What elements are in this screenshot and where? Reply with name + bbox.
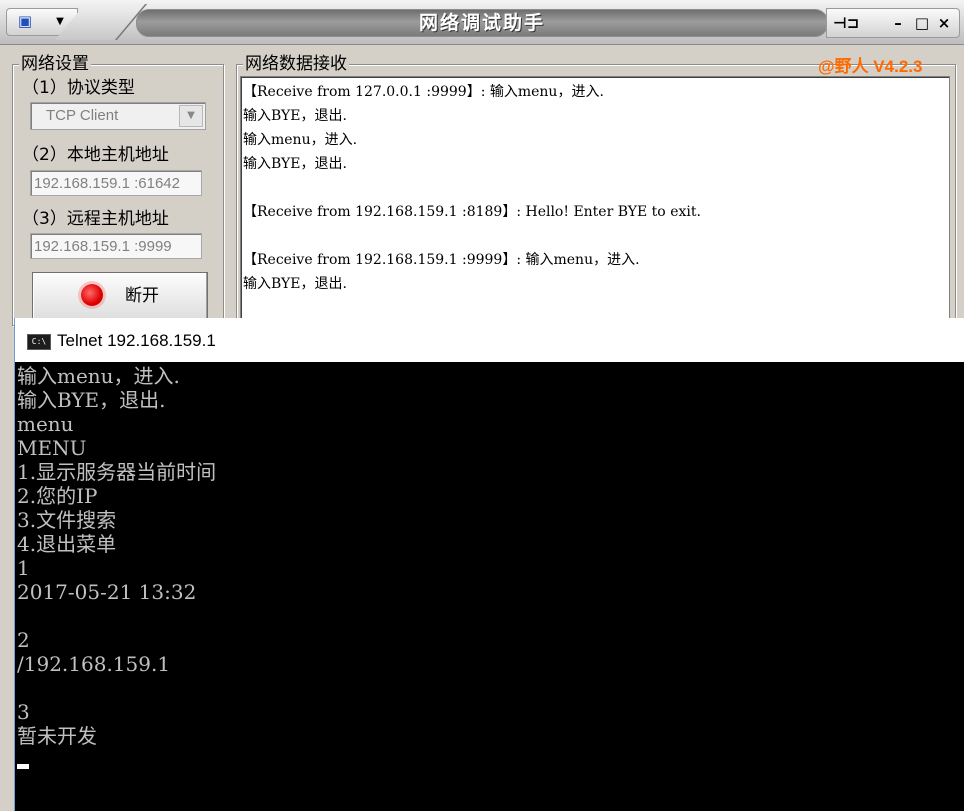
console-line: /192.168.159.1 bbox=[17, 652, 171, 676]
receive-line: 【Receive from 192.168.159.1 :8189】: Hell… bbox=[243, 204, 701, 220]
data-receive-label: 网络数据接收 bbox=[243, 54, 349, 74]
network-settings-label: 网络设置 bbox=[19, 54, 91, 74]
protocol-type-label: （1）协议类型 bbox=[22, 78, 135, 98]
console-output[interactable]: 输入menu，进入. 输入BYE，退出. menu MENU 1.显示服务器当前… bbox=[15, 362, 964, 811]
console-line: 2.您的IP bbox=[17, 484, 98, 508]
receive-line: 输入BYE，退出. bbox=[243, 156, 347, 172]
remote-host-field[interactable]: 192.168.159.1 :9999 bbox=[30, 233, 202, 259]
protocol-type-value: TCP Client bbox=[46, 107, 119, 124]
chevron-down-icon[interactable]: ▼ bbox=[179, 105, 203, 127]
console-line: 1 bbox=[17, 556, 30, 580]
version-label: @野人 V4.2.3 bbox=[818, 57, 923, 76]
app-network-icon: ▣ bbox=[17, 12, 33, 30]
telnet-window[interactable]: C:\ Telnet 192.168.159.1 输入menu，进入. 输入BY… bbox=[14, 318, 964, 811]
remote-host-label: （3）远程主机地址 bbox=[22, 209, 169, 229]
telnet-titlebar[interactable]: C:\ Telnet 192.168.159.1 bbox=[15, 318, 964, 362]
console-line: menu bbox=[17, 412, 74, 436]
receive-line: 输入BYE，退出. bbox=[243, 108, 347, 124]
receive-line: 输入BYE，退出. bbox=[243, 276, 347, 292]
local-host-label: （2）本地主机地址 bbox=[22, 145, 169, 165]
local-host-field[interactable]: 192.168.159.1 :61642 bbox=[30, 170, 202, 196]
titlebar: ▣ ▼ 网络调试助手 ⊣⊐ – □ × bbox=[0, 0, 964, 45]
console-line: 3 bbox=[17, 700, 30, 724]
window-controls: ⊣⊐ – □ × bbox=[826, 8, 960, 38]
disconnect-label: 断开 bbox=[125, 286, 159, 306]
receive-line: 【Receive from 192.168.159.1 :9999】: 输入me… bbox=[243, 252, 640, 268]
receive-line: 输入menu，进入. bbox=[243, 132, 358, 148]
console-line: 2 bbox=[17, 628, 30, 652]
telnet-title: Telnet 192.168.159.1 bbox=[57, 331, 216, 350]
text-cursor bbox=[17, 764, 29, 769]
window-title: 网络调试助手 bbox=[418, 12, 545, 34]
console-line: 3.文件搜索 bbox=[17, 508, 117, 532]
console-line: 输入BYE，退出. bbox=[17, 388, 166, 412]
minimize-button[interactable]: – bbox=[885, 12, 911, 34]
console-line: 4.退出菜单 bbox=[17, 532, 117, 556]
console-line: 1.显示服务器当前时间 bbox=[17, 460, 217, 484]
disconnect-button[interactable]: 断开 bbox=[32, 272, 208, 320]
status-light-icon bbox=[81, 284, 103, 306]
console-line: 输入menu，进入. bbox=[17, 364, 180, 388]
close-button[interactable]: × bbox=[931, 12, 957, 34]
console-line: MENU bbox=[17, 436, 87, 460]
console-line: 2017-05-21 13:32 bbox=[17, 580, 197, 604]
receive-textarea[interactable]: 【Receive from 127.0.0.1 :9999】: 输入menu，进… bbox=[240, 76, 950, 328]
desktop: ▣ ▼ 网络调试助手 ⊣⊐ – □ × 网络设置 （1）协议类型 TCP Cli… bbox=[0, 0, 964, 811]
console-icon: C:\ bbox=[27, 334, 51, 350]
title-plate: 网络调试助手 bbox=[136, 9, 828, 37]
receive-line: 【Receive from 127.0.0.1 :9999】: 输入menu，进… bbox=[243, 84, 604, 100]
console-line: 暂未开发 bbox=[17, 724, 97, 748]
pin-icon[interactable]: ⊣⊐ bbox=[833, 12, 859, 34]
protocol-type-select[interactable]: TCP Client ▼ bbox=[30, 102, 206, 130]
